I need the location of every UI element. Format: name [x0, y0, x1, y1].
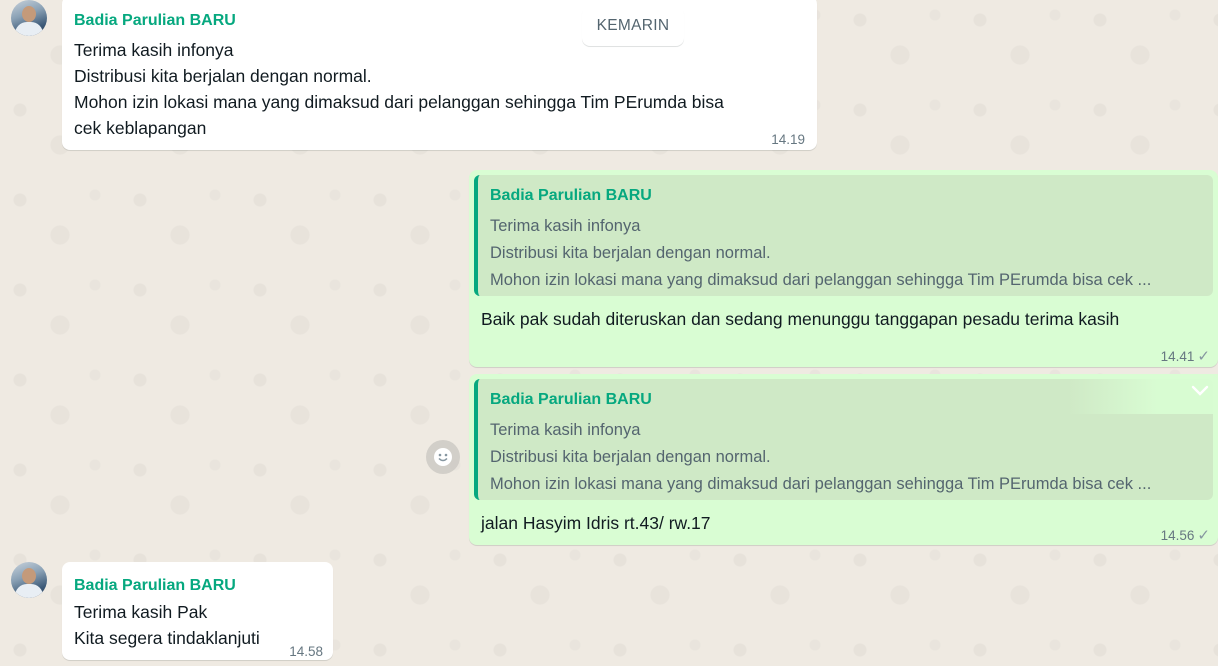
message-text: Baik pak sudah diteruskan dan sedang men… — [481, 309, 1120, 329]
message-line: Terima kasih Pak — [74, 602, 208, 622]
message-bubble-incoming[interactable]: Badia Parulian BARU Terima kasih infonya… — [62, 0, 817, 150]
quoted-line: Mohon izin lokasi mana yang dimaksud dar… — [490, 271, 1152, 289]
quoted-sender: Badia Parulian BARU — [490, 391, 652, 408]
message-line: cek keblapangan — [74, 118, 207, 138]
quoted-line: Terima kasih infonya — [490, 217, 641, 235]
quoted-line: Terima kasih infonya — [490, 421, 641, 439]
emoji-icon — [434, 448, 452, 466]
quoted-message[interactable]: Badia Parulian BARU Terima kasih infonya… — [474, 175, 1213, 296]
emoji-react-button[interactable] — [426, 440, 460, 474]
message-bubble-outgoing[interactable]: Badia Parulian BARU Terima kasih infonya… — [469, 374, 1218, 545]
quoted-line: Distribusi kita berjalan dengan normal. — [490, 244, 771, 262]
sender-name[interactable]: Badia Parulian BARU — [74, 10, 236, 32]
check-icon: ✓ — [1197, 527, 1210, 544]
message-bubble-outgoing[interactable]: Badia Parulian BARU Terima kasih infonya… — [469, 170, 1218, 367]
sender-avatar[interactable] — [11, 0, 47, 36]
message-text: Terima kasih infonya Distribusi kita ber… — [74, 37, 724, 141]
message-time: 14.19 — [771, 132, 805, 147]
message-line: Kita segera tindaklanjuti — [74, 628, 260, 648]
message-line: Distribusi kita berjalan dengan normal. — [74, 66, 372, 86]
message-time-wrap: 14.56 ✓ — [1161, 523, 1210, 549]
date-separator: KEMARIN — [582, 6, 684, 46]
message-bubble-incoming[interactable]: Badia Parulian BARU Terima kasih Pak Kit… — [62, 562, 333, 660]
message-time: 14.41 — [1160, 349, 1195, 364]
message-time-wrap: 14.41 ✓ — [1161, 344, 1210, 370]
message-time: 14.56 — [1160, 528, 1195, 543]
message-menu-button[interactable] — [1068, 374, 1218, 414]
sender-avatar[interactable] — [11, 562, 47, 598]
quoted-line: Distribusi kita berjalan dengan normal. — [490, 448, 771, 466]
quoted-line: Mohon izin lokasi mana yang dimaksud dar… — [490, 475, 1152, 493]
check-icon: ✓ — [1197, 348, 1210, 365]
sender-name[interactable]: Badia Parulian BARU — [74, 575, 236, 597]
message-text: jalan Hasyim Idris rt.43/ rw.17 — [481, 513, 711, 533]
message-line: Mohon izin lokasi mana yang dimaksud dar… — [74, 92, 724, 112]
message-text: Terima kasih Pak Kita segera tindaklanju… — [74, 599, 260, 651]
chevron-down-icon — [1191, 385, 1209, 396]
quoted-sender: Badia Parulian BARU — [490, 187, 652, 204]
message-time: 14.58 — [289, 644, 323, 659]
